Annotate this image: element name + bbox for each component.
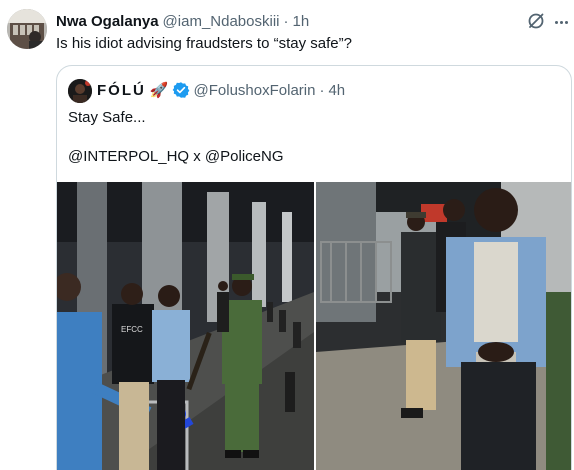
quoted-separator-dot: ·	[319, 81, 325, 99]
vest-label: EFCC	[121, 325, 143, 334]
quoted-photo-left[interactable]: EFCC	[57, 182, 314, 470]
tweet-timestamp[interactable]: 1h	[293, 13, 310, 30]
grok-icon[interactable]	[526, 11, 546, 31]
quoted-header: FÓLÚ 🚀 @FolushoxFolarin · 4h	[97, 80, 345, 100]
quoted-tweet[interactable]: FÓLÚ 🚀 @FolushoxFolarin · 4h Stay Safe..…	[56, 65, 572, 470]
rocket-emoji: 🚀	[149, 82, 169, 99]
quoted-timestamp[interactable]: 4h	[328, 82, 345, 99]
separator-dot: ·	[283, 12, 289, 30]
quoted-author-handle[interactable]: @FolushoxFolarin	[194, 82, 316, 99]
more-icon[interactable]	[551, 12, 571, 32]
verified-badge-icon	[172, 82, 189, 98]
tweet-header: Nwa Ogalanya @iam_Ndaboskiii · 1h	[56, 11, 309, 31]
quoted-photo-right[interactable]	[316, 182, 571, 470]
author-handle[interactable]: @iam_Ndaboskiii	[163, 13, 280, 30]
tweet-text: Is his idiot advising fraudsters to “sta…	[56, 35, 352, 52]
quoted-mentions: @INTERPOL_HQ x @PoliceNG	[68, 148, 284, 165]
author-avatar[interactable]	[7, 9, 47, 49]
quoted-author-name[interactable]: FÓLÚ	[97, 82, 146, 99]
quoted-text-line: Stay Safe...	[68, 109, 146, 126]
quoted-author-avatar[interactable]	[68, 79, 92, 103]
author-name[interactable]: Nwa Ogalanya	[56, 13, 159, 30]
